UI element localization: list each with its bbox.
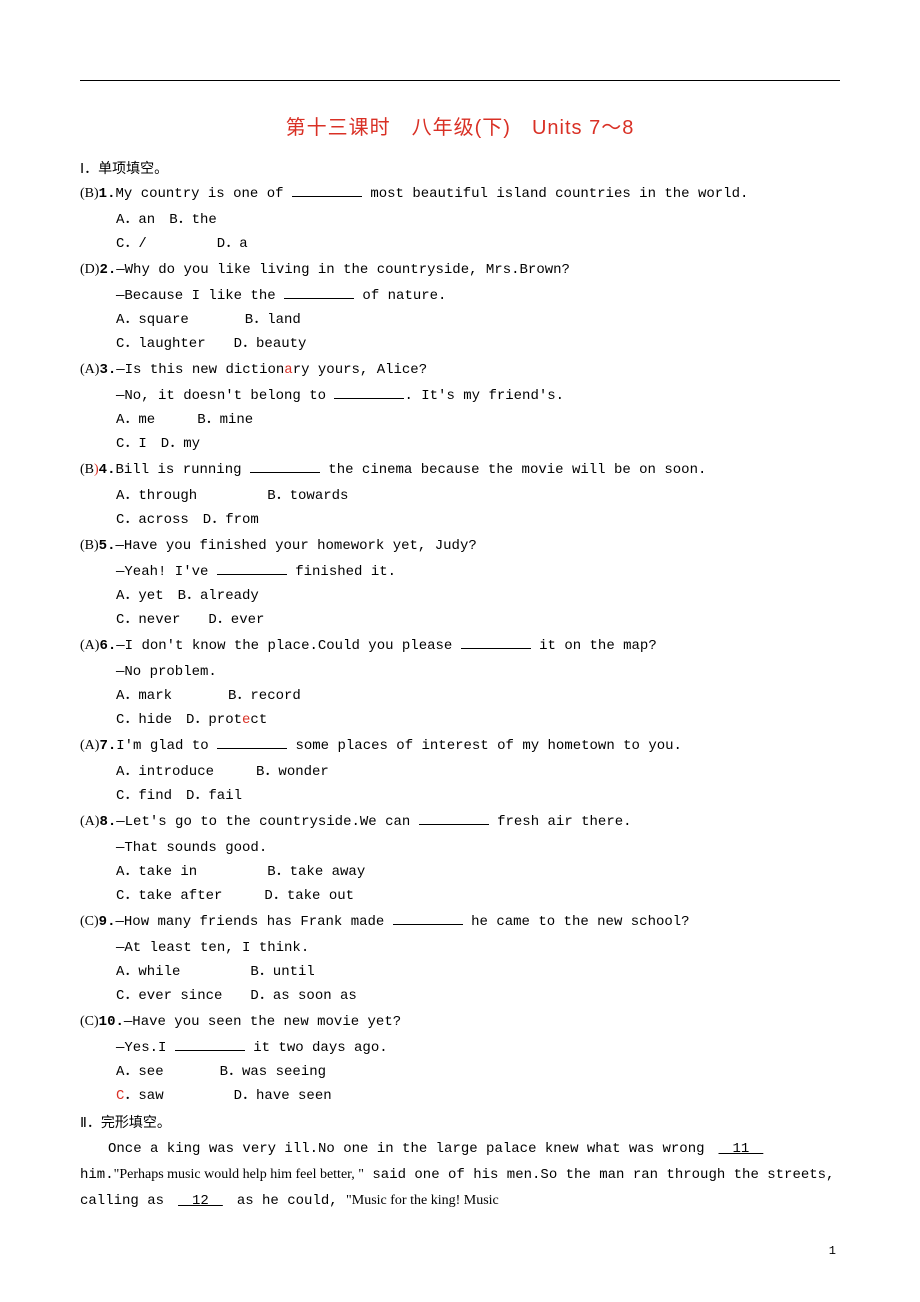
question-number: 3. <box>99 362 116 378</box>
stem-text: —Is this new dictionary yours, Alice? <box>116 362 427 378</box>
dialogue-line: —No, it doesn't belong to . It's my frie… <box>80 384 840 408</box>
blank <box>461 634 531 649</box>
dialogue-line: —At least ten, I think. <box>80 936 840 960</box>
stem-text: —How many friends has Frank made <box>115 914 392 930</box>
answer-key: (A) <box>80 638 99 653</box>
cloze-blank-11: 11 <box>719 1141 764 1157</box>
stem-text: —I don't know the place.Could you please <box>116 638 460 654</box>
options-row: A．square B．land <box>80 308 840 332</box>
question-number: 2. <box>99 262 116 278</box>
options-row: C．never D．ever <box>80 608 840 632</box>
section-1-label: Ⅰ．单项填空。 <box>80 158 840 178</box>
question-9: (C)9.—How many friends has Frank made he… <box>80 910 840 934</box>
question-8: (A)8.—Let's go to the countryside.We can… <box>80 810 840 834</box>
question-2: (D)2.—Why do you like living in the coun… <box>80 258 840 282</box>
dialogue-line: —Yes.I it two days ago. <box>80 1036 840 1060</box>
question-number: 7. <box>99 738 116 754</box>
options-row: C．laughter D．beauty <box>80 332 840 356</box>
options-row: A．yet B．already <box>80 584 840 608</box>
answer-key: (C) <box>80 1014 99 1029</box>
cloze-paragraph: Once a king was very ill.No one in the l… <box>80 1136 840 1214</box>
document-page: 第十三课时 八年级(下) Units 7～8 Ⅰ．单项填空。 (B)1.My c… <box>0 0 920 1298</box>
question-6: (A)6.—I don't know the place.Could you p… <box>80 634 840 658</box>
question-number: 1. <box>99 186 116 202</box>
section-2-label: Ⅱ．完形填空。 <box>80 1112 840 1132</box>
cloze-blank-12: 12 <box>178 1193 223 1209</box>
header-divider <box>80 80 840 81</box>
options-row: A．see B．was seeing <box>80 1060 840 1084</box>
cloze-text: as he could, <box>223 1193 346 1209</box>
stem-text: —Have you finished your homework yet, Ju… <box>115 538 476 554</box>
blank <box>175 1036 245 1051</box>
blank <box>292 182 362 197</box>
stem-text: My country is one of <box>115 186 291 202</box>
options-row: C．find D．fail <box>80 784 840 808</box>
question-number: 5. <box>99 538 116 554</box>
blank <box>419 810 489 825</box>
cloze-text: Once a king was very ill.No one in the l… <box>108 1141 719 1157</box>
stem-text: Bill is running <box>115 462 249 478</box>
options-row: C．hide D．protect <box>80 708 840 732</box>
question-10: (C)10.—Have you seen the new movie yet? <box>80 1010 840 1034</box>
blank <box>284 284 354 299</box>
question-number: 8. <box>99 814 116 830</box>
question-number: 4. <box>99 462 116 478</box>
options-row: C．/ D．a <box>80 232 840 256</box>
options-row: C．take after D．take out <box>80 884 840 908</box>
options-row: A．mark B．record <box>80 684 840 708</box>
blank <box>217 734 287 749</box>
blank <box>217 560 287 575</box>
answer-key: (B) <box>80 462 99 477</box>
question-7: (A)7.I'm glad to some places of interest… <box>80 734 840 758</box>
answer-key: (A) <box>80 814 99 829</box>
cloze-text: him. <box>80 1167 114 1183</box>
stem-text: the cinema because the movie will be on … <box>320 462 706 478</box>
options-row: A．while B．until <box>80 960 840 984</box>
stem-text: fresh air there. <box>489 814 632 830</box>
answer-key: (B) <box>80 538 99 553</box>
options-row: A．me B．mine <box>80 408 840 432</box>
answer-key: (A) <box>80 362 99 377</box>
page-number: 1 <box>80 1244 840 1258</box>
stem-text: —Have you seen the new movie yet? <box>124 1014 401 1030</box>
stem-text: —Let's go to the countryside.We can <box>116 814 418 830</box>
options-row: A．an B．the <box>80 208 840 232</box>
answer-key: (C) <box>80 914 99 929</box>
cloze-quote: "Music for the king! Music <box>346 1193 499 1208</box>
cloze-quote: "Perhaps music would help him feel bette… <box>114 1167 364 1182</box>
stem-text: —Why do you like living in the countrysi… <box>116 262 570 278</box>
blank <box>334 384 404 399</box>
lesson-title: 第十三课时 八年级(下) Units 7～8 <box>80 111 840 140</box>
question-number: 6. <box>99 638 116 654</box>
answer-key: (B) <box>80 186 99 201</box>
question-number: 9. <box>99 914 116 930</box>
options-row: C．saw D．have seen <box>80 1084 840 1108</box>
stem-text: he came to the new school? <box>463 914 690 930</box>
options-row: C．ever since D．as soon as <box>80 984 840 1008</box>
options-row: A．through B．towards <box>80 484 840 508</box>
question-5: (B)5.—Have you finished your homework ye… <box>80 534 840 558</box>
options-row: A．introduce B．wonder <box>80 760 840 784</box>
dialogue-line: —No problem. <box>80 660 840 684</box>
stem-text: most beautiful island countries in the w… <box>362 186 748 202</box>
stem-text: some places of interest of my hometown t… <box>287 738 682 754</box>
blank <box>393 910 463 925</box>
answer-key: (A) <box>80 738 99 753</box>
dialogue-line: —Because I like the of nature. <box>80 284 840 308</box>
question-number: 10. <box>99 1014 124 1030</box>
blank <box>250 458 320 473</box>
options-row: A．take in B．take away <box>80 860 840 884</box>
options-row: C．I D．my <box>80 432 840 456</box>
question-1: (B)1.My country is one of most beautiful… <box>80 182 840 206</box>
question-3: (A)3.—Is this new dictionary yours, Alic… <box>80 358 840 382</box>
question-4: (B)4.Bill is running the cinema because … <box>80 458 840 482</box>
stem-text: it on the map? <box>531 638 657 654</box>
answer-key: (D) <box>80 262 99 277</box>
stem-text: I'm glad to <box>116 738 217 754</box>
options-row: C．across D．from <box>80 508 840 532</box>
dialogue-line: —That sounds good. <box>80 836 840 860</box>
dialogue-line: —Yeah! I've finished it. <box>80 560 840 584</box>
